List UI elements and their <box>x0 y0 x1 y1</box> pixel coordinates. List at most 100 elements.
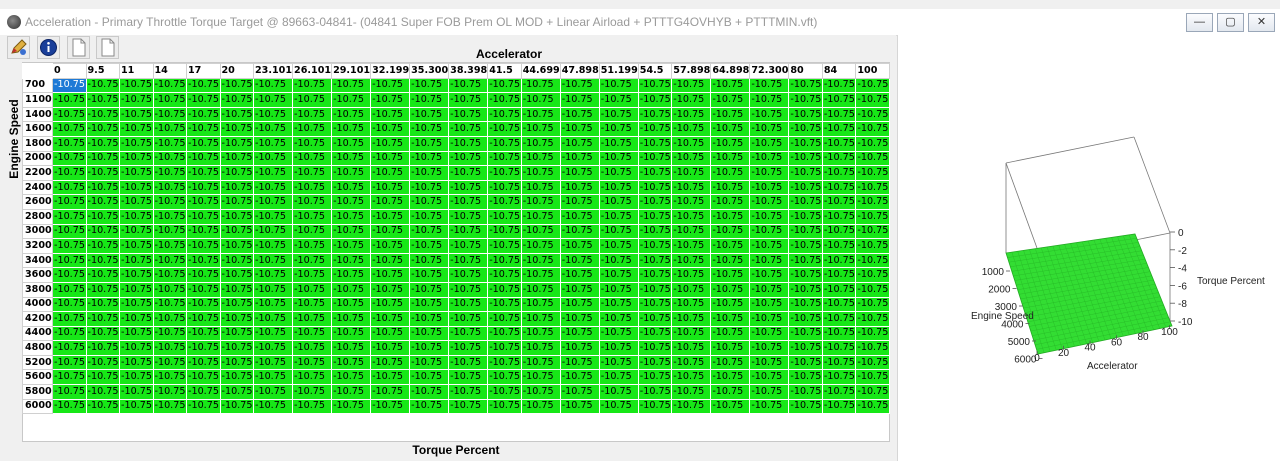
table-cell[interactable]: -10.75 <box>409 208 450 225</box>
table-cell[interactable]: -10.75 <box>292 311 333 327</box>
table-cell[interactable]: -10.75 <box>292 398 333 415</box>
table-cell[interactable]: -10.75 <box>598 369 639 386</box>
y-header-cell[interactable]: 3400 <box>22 252 53 269</box>
table-cell[interactable]: -10.75 <box>152 325 187 342</box>
table-cell[interactable]: -10.75 <box>788 238 823 254</box>
table-cell[interactable]: -10.75 <box>119 223 154 240</box>
table-cell[interactable]: -10.75 <box>671 92 712 108</box>
table-cell[interactable]: -10.75 <box>710 252 751 269</box>
table-cell[interactable]: -10.75 <box>520 77 561 94</box>
table-cell[interactable]: -10.75 <box>637 384 673 400</box>
table-cell[interactable]: -10.75 <box>409 296 450 313</box>
table-cell[interactable]: -10.75 <box>520 238 561 254</box>
table-cell[interactable]: -10.75 <box>409 150 450 167</box>
table-cell[interactable]: -10.75 <box>85 340 120 356</box>
table-cell[interactable]: -10.75 <box>821 121 857 137</box>
table-cell[interactable]: -10.75 <box>710 92 751 108</box>
table-cell[interactable]: -10.75 <box>448 267 489 283</box>
table-cell[interactable]: -10.75 <box>85 223 120 240</box>
x-header-cell[interactable]: 100 <box>855 63 890 79</box>
table-cell[interactable]: -10.75 <box>749 267 790 283</box>
table-cell[interactable]: -10.75 <box>448 325 489 342</box>
x-header-cell[interactable]: 57.898 <box>671 63 712 79</box>
table-cell[interactable]: -10.75 <box>219 238 254 254</box>
x-header-cell[interactable]: 14 <box>152 63 187 79</box>
table-cell[interactable]: -10.75 <box>52 77 87 94</box>
x-header-cell[interactable]: 38.398 <box>448 63 489 79</box>
x-header-cell[interactable]: 17 <box>186 63 221 79</box>
table-cell[interactable]: -10.75 <box>448 92 489 108</box>
table-cell[interactable]: -10.75 <box>370 296 411 313</box>
table-cell[interactable]: -10.75 <box>331 223 372 240</box>
table-cell[interactable]: -10.75 <box>252 311 294 327</box>
table-cell[interactable]: -10.75 <box>119 325 154 342</box>
table-cell[interactable]: -10.75 <box>186 150 221 167</box>
table-cell[interactable]: -10.75 <box>252 296 294 313</box>
table-cell[interactable]: -10.75 <box>448 150 489 167</box>
table-cell[interactable]: -10.75 <box>370 238 411 254</box>
table-cell[interactable]: -10.75 <box>52 223 87 240</box>
table-cell[interactable]: -10.75 <box>487 340 522 356</box>
table-cell[interactable]: -10.75 <box>331 165 372 181</box>
table-cell[interactable]: -10.75 <box>749 281 790 298</box>
table-cell[interactable]: -10.75 <box>52 252 87 269</box>
table-cell[interactable]: -10.75 <box>119 150 154 167</box>
table-cell[interactable]: -10.75 <box>520 267 561 283</box>
table-cell[interactable]: -10.75 <box>152 354 187 371</box>
table-cell[interactable]: -10.75 <box>85 135 120 152</box>
x-header-cell[interactable]: 64.898 <box>710 63 751 79</box>
table-cell[interactable]: -10.75 <box>370 398 411 415</box>
table-cell[interactable]: -10.75 <box>487 296 522 313</box>
table-cell[interactable]: -10.75 <box>252 369 294 386</box>
table-cell[interactable]: -10.75 <box>52 179 87 196</box>
y-header-cell[interactable]: 2000 <box>22 150 53 167</box>
table-cell[interactable]: -10.75 <box>598 121 639 137</box>
table-cell[interactable]: -10.75 <box>559 165 600 181</box>
x-header-cell[interactable]: 32.199 <box>370 63 411 79</box>
table-cell[interactable]: -10.75 <box>448 179 489 196</box>
table-cell[interactable]: -10.75 <box>448 384 489 400</box>
table-cell[interactable]: -10.75 <box>749 179 790 196</box>
table-cell[interactable]: -10.75 <box>370 194 411 210</box>
table-cell[interactable]: -10.75 <box>855 267 890 283</box>
table-cell[interactable]: -10.75 <box>710 106 751 123</box>
table-cell[interactable]: -10.75 <box>520 252 561 269</box>
table-cell[interactable]: -10.75 <box>559 340 600 356</box>
table-cell[interactable]: -10.75 <box>292 354 333 371</box>
table-cell[interactable]: -10.75 <box>671 325 712 342</box>
table-cell[interactable]: -10.75 <box>487 208 522 225</box>
table-cell[interactable]: -10.75 <box>370 267 411 283</box>
y-header-cell[interactable]: 5200 <box>22 354 53 371</box>
table-cell[interactable]: -10.75 <box>749 296 790 313</box>
table-cell[interactable]: -10.75 <box>749 106 790 123</box>
table-cell[interactable]: -10.75 <box>710 281 751 298</box>
table-cell[interactable]: -10.75 <box>637 150 673 167</box>
table-cell[interactable]: -10.75 <box>559 194 600 210</box>
table-cell[interactable]: -10.75 <box>331 354 372 371</box>
x-header-cell[interactable]: 11 <box>119 63 154 79</box>
table-cell[interactable]: -10.75 <box>821 354 857 371</box>
table-cell[interactable]: -10.75 <box>710 179 751 196</box>
table-cell[interactable]: -10.75 <box>409 340 450 356</box>
table-cell[interactable]: -10.75 <box>788 296 823 313</box>
table-cell[interactable]: -10.75 <box>152 150 187 167</box>
table-cell[interactable]: -10.75 <box>598 165 639 181</box>
table-cell[interactable]: -10.75 <box>559 296 600 313</box>
table-cell[interactable]: -10.75 <box>788 369 823 386</box>
table-cell[interactable]: -10.75 <box>331 281 372 298</box>
table-cell[interactable]: -10.75 <box>370 354 411 371</box>
table-cell[interactable]: -10.75 <box>409 135 450 152</box>
table-cell[interactable]: -10.75 <box>710 135 751 152</box>
table-cell[interactable]: -10.75 <box>409 369 450 386</box>
table-cell[interactable]: -10.75 <box>671 208 712 225</box>
table-cell[interactable]: -10.75 <box>520 106 561 123</box>
table-cell[interactable]: -10.75 <box>749 77 790 94</box>
table-cell[interactable]: -10.75 <box>85 354 120 371</box>
table-cell[interactable]: -10.75 <box>671 165 712 181</box>
table-cell[interactable]: -10.75 <box>855 398 890 415</box>
y-header-cell[interactable]: 5800 <box>22 384 53 400</box>
y-header-cell[interactable]: 3600 <box>22 267 53 283</box>
table-cell[interactable]: -10.75 <box>52 369 87 386</box>
table-cell[interactable]: -10.75 <box>821 267 857 283</box>
table-cell[interactable]: -10.75 <box>788 281 823 298</box>
